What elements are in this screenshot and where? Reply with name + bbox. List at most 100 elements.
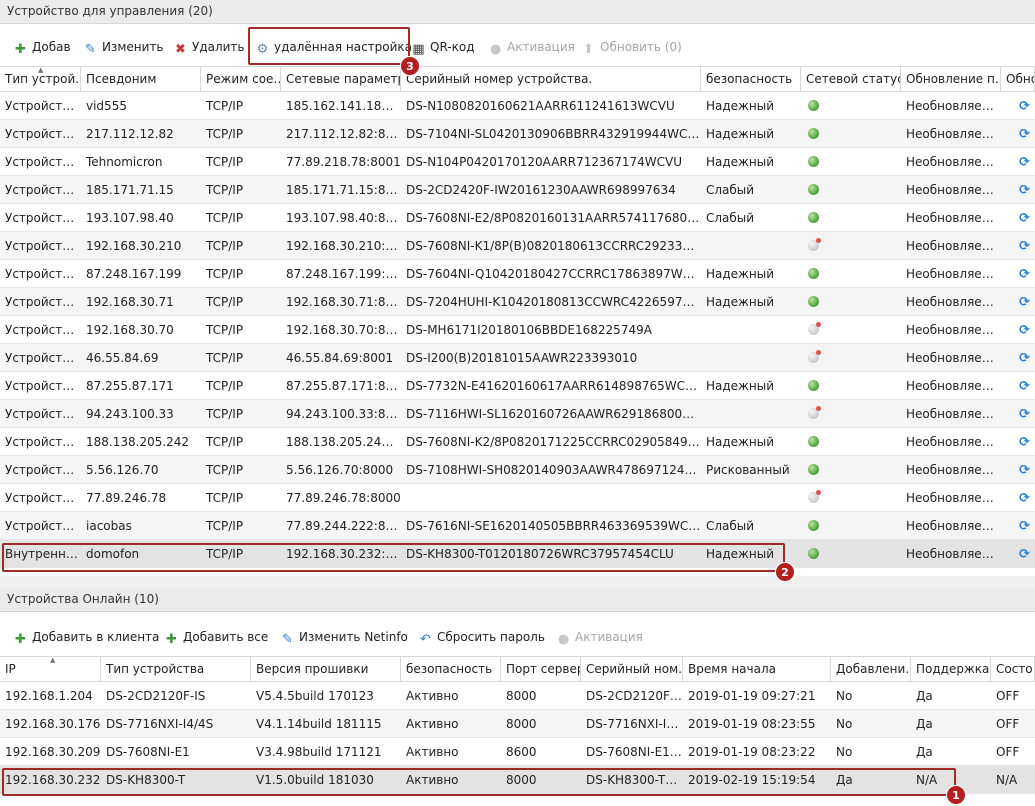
column-header[interactable]: Тип устройства <box>101 657 251 682</box>
refresh-icon[interactable]: ⟳ <box>1019 491 1030 506</box>
table-row[interactable]: Устройство… 5.56.126.70 TCP/IP 5.56.126.70:… <box>0 456 1035 484</box>
network-status-cell <box>801 484 901 512</box>
online-toolbar-button-1[interactable]: ✚ Добавить все <box>165 620 268 654</box>
refresh-icon[interactable]: ⟳ <box>1019 463 1030 478</box>
cell-type: Устройство… <box>5 295 81 309</box>
table-row[interactable]: Устройство… 192.168.30.70 TCP/IP 192.168.30… <box>0 316 1035 344</box>
table-row[interactable]: 192.168.30.176 DS-7716NXI-I4/4S V4.1.14bui… <box>0 710 1035 738</box>
cell-mode: TCP/IP <box>206 379 244 393</box>
table-row[interactable]: 192.168.1.204 DS-2CD2120F-IS V5.4.5build 1… <box>0 682 1035 710</box>
cell-security: Активно <box>406 717 459 731</box>
refresh-cell: ⟳ <box>1001 512 1035 540</box>
table-row[interactable]: Устройство… 192.168.30.210 TCP/IP 192.168.3… <box>0 232 1035 260</box>
managed-toolbar-button-6[interactable]: ⬆ Обновить (0) <box>582 30 682 64</box>
table-row[interactable]: Устройство… vid555 TCP/IP 185.162.141.186:8… <box>0 92 1035 120</box>
table-row[interactable]: Устройство… 193.107.98.40 TCP/IP 193.107.98… <box>0 204 1035 232</box>
column-header[interactable]: безопасность <box>701 67 801 92</box>
cell-update: Необновляемое <box>906 379 1001 393</box>
refresh-icon[interactable]: ⟳ <box>1019 267 1030 282</box>
cell-type: Устройство… <box>5 407 81 421</box>
table-row[interactable]: Устройство… 87.255.87.171 TCP/IP 87.255.87.… <box>0 372 1035 400</box>
managed-toolbar-button-0[interactable]: ✚ Добав <box>14 30 71 64</box>
column-header[interactable]: Обновление п… <box>901 67 1001 92</box>
table-row[interactable]: Устройство… 87.248.167.199 TCP/IP 87.248.16… <box>0 260 1035 288</box>
cell-serial: DS-7616NI-SE1620140505BBRR463369539WCVU <box>406 519 701 533</box>
online-toolbar-button-2[interactable]: ✎ Изменить Netinfo <box>281 620 408 654</box>
online-toolbar-button-3[interactable]: ↶ Сбросить пароль <box>419 620 545 654</box>
column-header[interactable]: Порт сервера <box>501 657 581 682</box>
online-toolbar-button-0[interactable]: ✚ Добавить в клиента <box>14 620 159 654</box>
refresh-icon[interactable]: ⟳ <box>1019 323 1030 338</box>
column-header[interactable]: Версия прошивки <box>251 657 401 682</box>
annotation-badge-3: 3 <box>400 56 420 76</box>
column-header[interactable]: Добавлени… <box>831 657 911 682</box>
cell-serial: DS-7108HWI-SH0820140903AAWR478697124WCVU <box>406 463 701 477</box>
table-row[interactable]: Устройство… 46.55.84.69 TCP/IP 46.55.84.69:… <box>0 344 1035 372</box>
upgrade-arrow-icon: ⬆ <box>583 42 594 57</box>
cell-security <box>701 400 801 428</box>
column-header[interactable]: Время начала <box>683 657 831 682</box>
refresh-icon[interactable]: ⟳ <box>1019 379 1030 394</box>
managed-toolbar-button-5[interactable]: ● Активация <box>489 30 575 64</box>
column-header[interactable]: Режим сое… <box>201 67 281 92</box>
table-row[interactable]: Устройство… 77.89.246.78 TCP/IP 77.89.246.7… <box>0 484 1035 512</box>
table-row[interactable]: 192.168.30.209 DS-7608NI-E1 V3.4.98build 1… <box>0 738 1035 766</box>
toolbar-button-label: Сбросить пароль <box>437 630 545 644</box>
cell-alias: vid555 <box>86 99 127 113</box>
refresh-icon[interactable]: ⟳ <box>1019 183 1030 198</box>
cell-mode: TCP/IP <box>206 435 244 449</box>
online-globe-icon <box>808 380 819 391</box>
refresh-icon[interactable]: ⟳ <box>1019 127 1030 142</box>
cell-security: Надежный <box>706 127 774 141</box>
table-row[interactable]: Устройство… 217.112.12.82 TCP/IP 217.112.12… <box>0 120 1035 148</box>
refresh-icon[interactable]: ⟳ <box>1019 239 1030 254</box>
managed-toolbar-button-4[interactable]: ▦ QR-код <box>412 30 474 64</box>
cell-net: 77.89.218.78:8001 <box>286 155 401 169</box>
cell-type: Устройство… <box>5 323 81 337</box>
bulb-icon: ● <box>489 42 502 57</box>
table-row[interactable]: Устройство… 94.243.100.33 TCP/IP 94.243.100… <box>0 400 1035 428</box>
refresh-cell: ⟳ <box>1001 400 1035 428</box>
table-row[interactable]: Устройство… 192.168.30.71 TCP/IP 192.168.30… <box>0 288 1035 316</box>
cell-port: 8000 <box>506 689 537 703</box>
column-header[interactable]: Сетевой статус <box>801 67 901 92</box>
table-row[interactable]: Внутренняя… domofon TCP/IP 192.168.30.232:8… <box>0 540 1035 568</box>
table-row[interactable]: Устройство… 185.171.71.15 TCP/IP 185.171.71… <box>0 176 1035 204</box>
column-header[interactable]: безопасность <box>401 657 501 682</box>
online-globe-icon <box>808 100 819 111</box>
cell-type: Внутренняя… <box>5 547 81 561</box>
refresh-icon[interactable]: ⟳ <box>1019 155 1030 170</box>
refresh-icon[interactable]: ⟳ <box>1019 519 1030 534</box>
column-header[interactable]: Состо <box>991 657 1035 682</box>
table-row[interactable]: Устройство… 188.138.205.242 TCP/IP 188.138.… <box>0 428 1035 456</box>
managed-toolbar-button-1[interactable]: ✎ Изменить <box>84 30 163 64</box>
table-row[interactable]: Устройство… Tehnomicron TCP/IP 77.89.218.78… <box>0 148 1035 176</box>
refresh-icon[interactable]: ⟳ <box>1019 407 1030 422</box>
offline-globe-icon <box>808 350 821 363</box>
cell-alias: 5.56.126.70 <box>86 463 159 477</box>
column-header[interactable]: Сетевые параметры <box>281 67 401 92</box>
managed-toolbar-button-2[interactable]: ✖ Удалить <box>174 30 245 64</box>
online-toolbar-button-4[interactable]: ● Активация <box>557 620 643 654</box>
refresh-icon[interactable]: ⟳ <box>1019 547 1030 562</box>
column-header[interactable]: Поддержка … <box>911 657 991 682</box>
refresh-icon[interactable]: ⟳ <box>1019 211 1030 226</box>
gear-icon: ⚙ <box>256 42 269 57</box>
refresh-icon[interactable]: ⟳ <box>1019 99 1030 114</box>
table-row[interactable]: Устройство… iacobas TCP/IP 77.89.244.222:80… <box>0 512 1035 540</box>
toolbar-button-label: Удалить <box>192 40 245 54</box>
column-header[interactable]: Псевдоним <box>81 67 201 92</box>
column-header[interactable]: Серийный номер устройства. <box>401 67 701 92</box>
cell-security <box>701 344 801 372</box>
cell-ip: 192.168.30.209 <box>5 745 101 759</box>
refresh-icon[interactable]: ⟳ <box>1019 351 1030 366</box>
refresh-icon[interactable]: ⟳ <box>1019 295 1030 310</box>
column-header[interactable]: Серийный ном… <box>581 657 683 682</box>
cell-type: Устройство… <box>5 379 81 393</box>
cell-type: Устройство… <box>5 127 81 141</box>
table-row[interactable]: 192.168.30.232 DS-KH8300-T V1.5.0build 181… <box>0 766 1035 794</box>
column-header[interactable]: Обно <box>1001 67 1035 92</box>
cell-ip: 192.168.30.176 <box>5 717 101 731</box>
managed-toolbar-button-3[interactable]: ⚙ удалённая настройка <box>256 30 412 64</box>
refresh-icon[interactable]: ⟳ <box>1019 435 1030 450</box>
